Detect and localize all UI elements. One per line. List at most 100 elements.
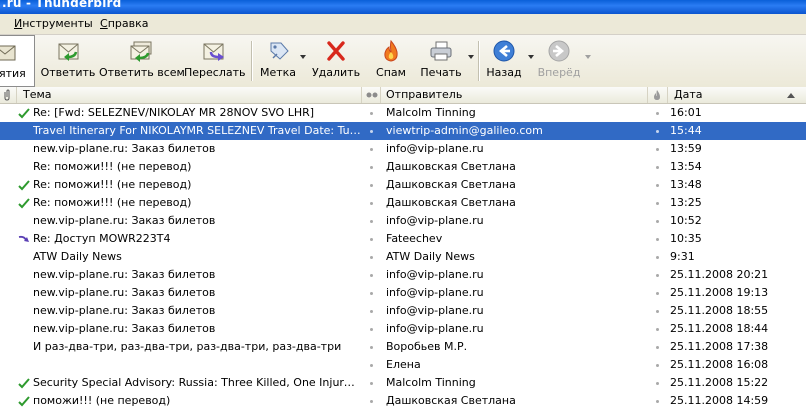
column-status[interactable] bbox=[648, 87, 668, 103]
junk-dot-cell[interactable] bbox=[648, 284, 668, 302]
thread-cell[interactable] bbox=[0, 104, 30, 122]
thread-cell[interactable] bbox=[0, 302, 18, 320]
sort-ascending-icon[interactable] bbox=[787, 93, 795, 98]
reply-button[interactable]: Ответить bbox=[40, 35, 96, 87]
junk-dot-cell[interactable] bbox=[648, 374, 668, 392]
print-dropdown-arrow[interactable] bbox=[468, 55, 474, 59]
message-row[interactable]: Security Special Advisory: Russia: Three… bbox=[0, 374, 806, 392]
junk-dot-cell[interactable] bbox=[648, 356, 668, 374]
junk-dot-cell[interactable] bbox=[648, 194, 668, 212]
menu-help[interactable]: Справка bbox=[100, 17, 148, 30]
message-row[interactable]: Елена 25.11.2008 16:08 bbox=[0, 356, 806, 374]
read-dot-cell[interactable] bbox=[362, 302, 381, 320]
delete-button[interactable]: Удалить bbox=[308, 35, 364, 87]
thread-cell[interactable] bbox=[0, 266, 18, 284]
message-row[interactable]: И раз-два-три, раз-два-три, раз-два-три,… bbox=[0, 338, 806, 356]
thread-cell[interactable] bbox=[0, 284, 18, 302]
junk-dot-cell[interactable] bbox=[648, 302, 668, 320]
forward-nav-button[interactable]: Вперёд bbox=[536, 35, 582, 87]
tag-button[interactable]: Метка bbox=[256, 35, 300, 87]
junk-dot-cell[interactable] bbox=[648, 230, 668, 248]
thread-cell[interactable] bbox=[0, 356, 18, 374]
read-dot-cell[interactable] bbox=[362, 194, 381, 212]
message-row[interactable]: Re: поможи!!! (не перевод) Дашковская Све… bbox=[0, 158, 806, 176]
read-dot-cell[interactable] bbox=[362, 338, 381, 356]
junk-dot-cell[interactable] bbox=[648, 266, 668, 284]
read-dot-cell[interactable] bbox=[362, 284, 381, 302]
forward-button[interactable]: Переслать bbox=[184, 35, 246, 87]
window-title-bar[interactable]: .ru - Thunderbird bbox=[0, 0, 806, 14]
read-dot-cell[interactable] bbox=[362, 392, 381, 410]
thread-cell[interactable] bbox=[0, 212, 18, 230]
message-row[interactable]: ATW Daily News ATW Daily News 9:31 bbox=[0, 248, 806, 266]
read-dot-cell[interactable] bbox=[362, 374, 381, 392]
tag-dropdown-arrow[interactable] bbox=[300, 55, 306, 59]
get-mail-button[interactable]: ятия bbox=[0, 35, 35, 87]
message-row[interactable]: Travel Itinerary For NIKOLAYMR SELEZNEV … bbox=[0, 122, 806, 140]
message-date: 25.11.2008 18:55 bbox=[670, 304, 769, 317]
thread-cell[interactable] bbox=[0, 176, 30, 194]
message-row[interactable]: Re: поможи!!! (не перевод) Дашковская Све… bbox=[0, 176, 806, 194]
menu-tools[interactable]: Инструменты bbox=[14, 17, 93, 30]
read-dot-cell[interactable] bbox=[362, 230, 381, 248]
read-dot-cell[interactable] bbox=[362, 356, 381, 374]
message-row[interactable]: new.vip-plane.ru: Заказ билетов info@vip-… bbox=[0, 266, 806, 284]
column-thread[interactable] bbox=[0, 87, 17, 103]
junk-dot-cell[interactable] bbox=[648, 140, 668, 158]
message-row[interactable]: Re: поможи!!! (не перевод) Дашковская Све… bbox=[0, 194, 806, 212]
message-row[interactable]: new.vip-plane.ru: Заказ билетов info@vip-… bbox=[0, 212, 806, 230]
junk-dot-icon bbox=[656, 346, 659, 349]
message-row[interactable]: new.vip-plane.ru: Заказ билетов info@vip-… bbox=[0, 302, 806, 320]
junk-dot-cell[interactable] bbox=[648, 158, 668, 176]
reply-all-button[interactable]: Ответить всем bbox=[99, 35, 185, 87]
read-dot-cell[interactable] bbox=[362, 140, 381, 158]
message-row[interactable]: new.vip-plane.ru: Заказ билетов info@vip-… bbox=[0, 320, 806, 338]
window-title: .ru - Thunderbird bbox=[2, 0, 122, 10]
print-button[interactable]: Печать bbox=[416, 35, 466, 87]
thread-cell[interactable] bbox=[0, 230, 29, 248]
read-dot-cell[interactable] bbox=[362, 248, 381, 266]
junk-dot-cell[interactable] bbox=[648, 122, 668, 140]
thread-cell[interactable] bbox=[0, 374, 30, 392]
back-dropdown-arrow[interactable] bbox=[528, 55, 534, 59]
read-dot-icon bbox=[370, 184, 373, 187]
column-junk[interactable] bbox=[362, 87, 381, 103]
junk-dot-cell[interactable] bbox=[648, 392, 668, 410]
message-row[interactable]: поможи!!! (не перевод) Дашковская Светлан… bbox=[0, 392, 806, 410]
junk-button[interactable]: Спам bbox=[366, 35, 416, 87]
forward-nav-dropdown-arrow[interactable] bbox=[585, 55, 591, 59]
junk-dot-cell[interactable] bbox=[648, 320, 668, 338]
column-date[interactable]: Дата bbox=[668, 87, 800, 103]
read-dot-icon bbox=[370, 202, 373, 205]
print-label: Печать bbox=[420, 66, 462, 79]
thread-cell[interactable] bbox=[0, 122, 18, 140]
read-dot-cell[interactable] bbox=[362, 320, 381, 338]
read-dot-cell[interactable] bbox=[362, 266, 381, 284]
junk-dot-cell[interactable] bbox=[648, 176, 668, 194]
junk-dot-cell[interactable] bbox=[648, 248, 668, 266]
read-dot-cell[interactable] bbox=[362, 122, 381, 140]
message-row[interactable]: new.vip-plane.ru: Заказ билетов info@vip-… bbox=[0, 140, 806, 158]
read-dot-cell[interactable] bbox=[362, 158, 381, 176]
thread-cell[interactable] bbox=[0, 320, 18, 338]
message-row[interactable]: Re: [Fwd: SELEZNEV/NIKOLAY MR 28NOV SVO … bbox=[0, 104, 806, 122]
junk-dot-cell[interactable] bbox=[648, 104, 668, 122]
column-subject[interactable]: Тема bbox=[17, 87, 362, 103]
message-row[interactable]: new.vip-plane.ru: Заказ билетов info@vip-… bbox=[0, 284, 806, 302]
thread-cell[interactable] bbox=[0, 194, 30, 212]
column-sender[interactable]: Отправитель bbox=[381, 87, 648, 103]
junk-dot-cell[interactable] bbox=[648, 212, 668, 230]
read-dot-cell[interactable] bbox=[362, 104, 381, 122]
thread-cell[interactable] bbox=[0, 140, 18, 158]
thread-cell[interactable] bbox=[0, 338, 18, 356]
back-button[interactable]: Назад bbox=[482, 35, 526, 87]
thread-cell[interactable] bbox=[0, 158, 18, 176]
thread-cell[interactable] bbox=[0, 248, 18, 266]
read-dot-cell[interactable] bbox=[362, 176, 381, 194]
thread-cell[interactable] bbox=[0, 392, 30, 410]
message-row[interactable]: Re: Доступ MOWR223T4 Fateechev 10:35 bbox=[0, 230, 806, 248]
junk-dot-cell[interactable] bbox=[648, 338, 668, 356]
read-dot-cell[interactable] bbox=[362, 212, 381, 230]
toolbar-separator bbox=[478, 41, 480, 81]
junk-dot-icon bbox=[656, 130, 659, 133]
